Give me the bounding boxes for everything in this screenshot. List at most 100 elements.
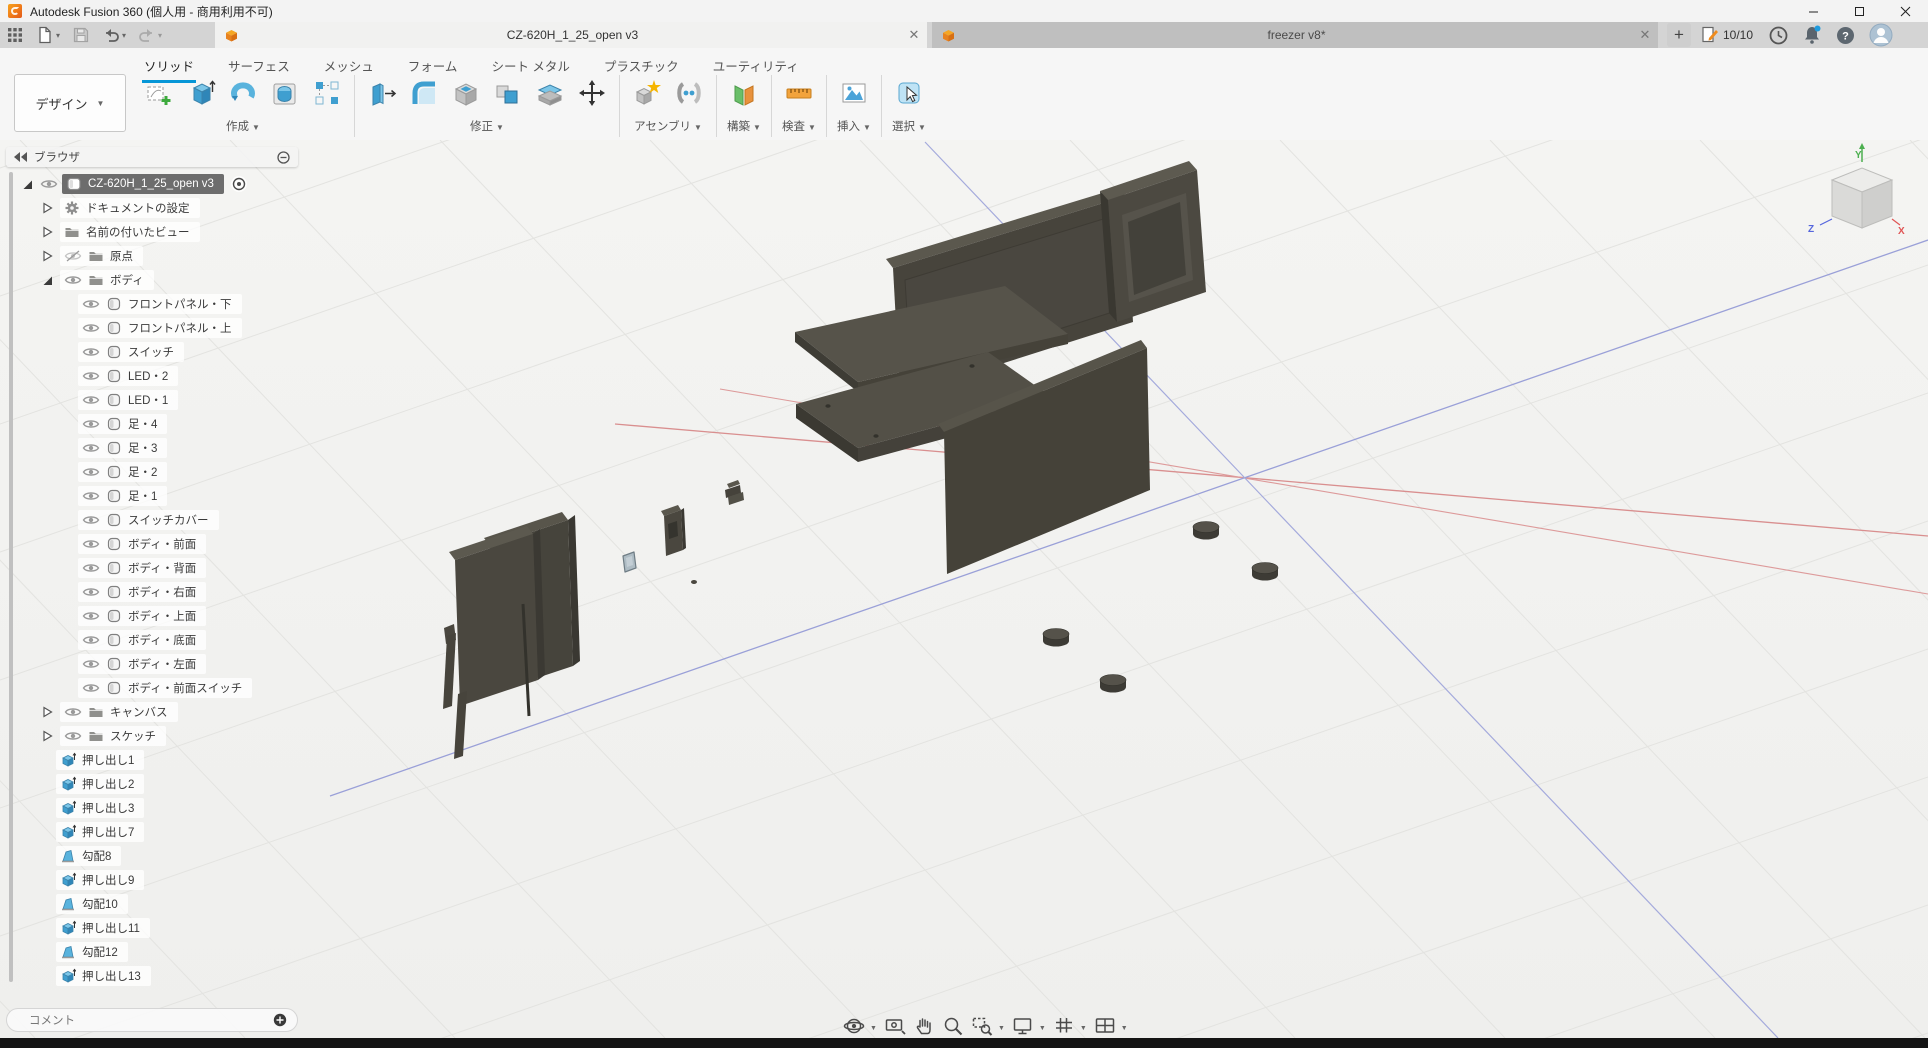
model-part-foot[interactable]	[1043, 629, 1069, 647]
browser-item-body[interactable]: 足・4	[78, 414, 167, 434]
browser-item-body[interactable]: 足・2	[78, 462, 167, 482]
browser-item-body[interactable]: フロントパネル・下	[78, 294, 242, 314]
visibility-eye-icon[interactable]	[64, 729, 82, 743]
visibility-eye-icon[interactable]	[82, 513, 100, 527]
visibility-eye-icon[interactable]	[82, 465, 100, 479]
browser-item-body[interactable]: 原点	[60, 246, 143, 266]
notifications-bell-icon[interactable]	[1802, 25, 1822, 45]
undo-icon[interactable]: ▾	[102, 26, 126, 44]
visibility-eye-icon[interactable]	[82, 633, 100, 647]
construct-plane-button[interactable]	[725, 75, 763, 115]
close-icon[interactable]: ✕	[901, 27, 927, 43]
browser-item-body[interactable]: スイッチカバー	[78, 510, 219, 530]
history-clock-icon[interactable]	[1769, 26, 1788, 45]
document-tab[interactable]: freezer v8*✕	[932, 22, 1658, 48]
add-tab-button[interactable]: +	[1667, 23, 1691, 47]
browser-item-body[interactable]: ボディ・上面	[78, 606, 206, 626]
browser-item-body[interactable]: 押し出し11	[56, 918, 150, 938]
browser-item-body[interactable]: 押し出し13	[56, 966, 151, 986]
redo-icon[interactable]: ▾	[138, 26, 162, 44]
expander-icon[interactable]	[40, 705, 54, 719]
group-label[interactable]: 挿入▼	[837, 118, 871, 134]
model-part-door-frame[interactable]	[1100, 161, 1206, 322]
model-part-foot[interactable]	[1100, 675, 1126, 693]
browser-panel-header[interactable]: ブラウザ	[6, 147, 298, 167]
browser-item-body[interactable]: LED・1	[78, 390, 178, 410]
browser-item-body[interactable]: スケッチ	[60, 726, 166, 746]
browser-item-body[interactable]: ドキュメントの設定	[60, 198, 200, 218]
browser-item-body[interactable]: 勾配8	[56, 846, 121, 866]
activate-component-icon[interactable]	[230, 175, 248, 193]
measure-button[interactable]	[780, 75, 818, 115]
browser-item-body[interactable]: 名前の付いたビュー	[60, 222, 200, 242]
group-label[interactable]: 検査▼	[782, 118, 816, 134]
group-label[interactable]: アセンブリ▼	[634, 118, 702, 134]
browser-item-body[interactable]: ボディ・底面	[78, 630, 206, 650]
browser-item-body[interactable]: 押し出し1	[56, 750, 144, 770]
visibility-eye-icon[interactable]	[64, 273, 82, 287]
browser-item-body[interactable]: 足・3	[78, 438, 167, 458]
press-pull-button[interactable]	[363, 75, 401, 115]
visibility-eye-icon[interactable]	[64, 249, 82, 263]
workspace-selector-button[interactable]: デザイン ▼	[14, 74, 126, 132]
viewport-canvas[interactable]: Y X Z	[0, 140, 1928, 1038]
browser-scrollbar[interactable]	[9, 172, 13, 982]
browser-item-body[interactable]: ボディ・前面	[78, 534, 206, 554]
document-tab[interactable]: CZ-620H_1_25_open v3✕	[215, 22, 927, 48]
close-icon[interactable]: ✕	[1632, 27, 1658, 43]
expander-icon[interactable]	[40, 273, 54, 287]
expander-icon[interactable]	[20, 177, 34, 191]
visibility-eye-icon[interactable]	[64, 705, 82, 719]
move-button[interactable]	[573, 75, 611, 115]
group-label[interactable]: 選択▼	[892, 118, 926, 134]
visibility-eye-icon[interactable]	[82, 657, 100, 671]
browser-item-body[interactable]: 押し出し2	[56, 774, 144, 794]
visibility-eye-icon[interactable]	[82, 489, 100, 503]
visibility-eye-icon[interactable]	[82, 441, 100, 455]
group-label[interactable]: 構築▼	[727, 118, 761, 134]
browser-item-body[interactable]: フロントパネル・上	[78, 318, 242, 338]
insert-image-button[interactable]	[835, 75, 873, 115]
joint-button[interactable]	[670, 75, 708, 115]
browser-item-body[interactable]: CZ-620H_1_25_open v3	[62, 174, 224, 194]
browser-item-body[interactable]: 押し出し3	[56, 798, 144, 818]
panel-options-icon[interactable]	[277, 151, 290, 164]
visibility-eye-icon[interactable]	[82, 369, 100, 383]
visibility-eye-icon[interactable]	[82, 393, 100, 407]
browser-item-body[interactable]: 押し出し7	[56, 822, 144, 842]
visibility-eye-icon[interactable]	[82, 297, 100, 311]
model-part-foot[interactable]	[1193, 522, 1219, 540]
minimize-button[interactable]	[1790, 0, 1836, 22]
browser-item-body[interactable]: 勾配12	[56, 942, 128, 962]
visibility-eye-icon[interactable]	[82, 345, 100, 359]
browser-item-body[interactable]: LED・2	[78, 366, 178, 386]
create-sketch-button[interactable]	[140, 75, 178, 115]
comments-bar[interactable]: コメント	[6, 1008, 298, 1032]
collapse-panel-icon[interactable]	[14, 152, 28, 162]
model-part-switch[interactable]	[661, 505, 686, 556]
model-part-glass-window[interactable]	[623, 552, 636, 572]
maximize-button[interactable]	[1836, 0, 1882, 22]
expander-icon[interactable]	[40, 201, 54, 215]
file-menu-icon[interactable]: ▾	[36, 26, 60, 44]
visibility-eye-icon[interactable]	[82, 609, 100, 623]
user-avatar[interactable]	[1869, 23, 1893, 47]
browser-item-body[interactable]: 勾配10	[56, 894, 128, 914]
browser-item-body[interactable]: ボディ	[60, 270, 154, 290]
model-part-small-parts[interactable]	[691, 480, 744, 584]
visibility-eye-icon[interactable]	[82, 417, 100, 431]
extrude-button[interactable]	[182, 75, 220, 115]
3d-viewport[interactable]: Y X Z	[0, 140, 1928, 1038]
select-button[interactable]	[890, 75, 928, 115]
visibility-eye-icon[interactable]	[82, 321, 100, 335]
save-icon[interactable]	[72, 26, 90, 44]
new-component-button[interactable]	[628, 75, 666, 115]
browser-item-body[interactable]: ボディ・左面	[78, 654, 206, 674]
split-body-button[interactable]	[531, 75, 569, 115]
browser-item-body[interactable]: ボディ・右面	[78, 582, 206, 602]
hole-button[interactable]	[266, 75, 304, 115]
browser-item-body[interactable]: キャンバス	[60, 702, 178, 722]
visibility-eye-icon[interactable]	[82, 537, 100, 551]
expander-icon[interactable]	[40, 729, 54, 743]
group-label[interactable]: 作成▼	[226, 118, 260, 134]
